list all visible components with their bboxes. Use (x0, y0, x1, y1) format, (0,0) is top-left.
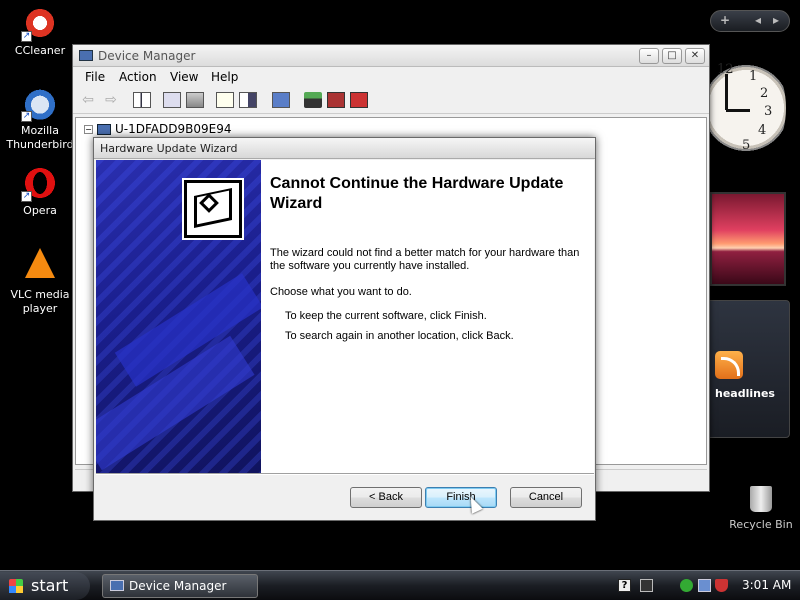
tree-root-label: U-1DFADD9B09E94 (115, 122, 232, 136)
toolbar: ⇦ ⇨ (73, 88, 709, 114)
back-button[interactable]: < Back (350, 487, 422, 508)
desktop-icon-label: Opera (23, 204, 57, 217)
show-hide-pane-icon[interactable] (239, 92, 257, 108)
wizard-prompt: Choose what you want to do. (270, 286, 412, 298)
rss-feed-icon (715, 351, 743, 379)
computer-icon (79, 50, 93, 61)
menu-file[interactable]: File (85, 70, 105, 84)
properties-icon[interactable] (163, 92, 181, 108)
wizard-titlebar[interactable]: Hardware Update Wizard (94, 138, 595, 159)
uninstall-icon[interactable] (327, 92, 345, 108)
wizard-title: Hardware Update Wizard (100, 142, 238, 155)
print-icon[interactable] (186, 92, 204, 108)
clock-number: 1 (749, 69, 758, 84)
add-gadget-button[interactable]: + (720, 13, 730, 27)
shortcut-arrow-icon: ↗ (21, 111, 32, 122)
clock-number: 5 (742, 138, 751, 153)
taskbar-item-device-manager[interactable]: Device Manager (102, 574, 258, 598)
desktop-icon-ccleaner[interactable]: ↗ CCleaner (0, 6, 80, 58)
clock-hour-hand (726, 109, 750, 112)
close-button[interactable]: ✕ (685, 48, 705, 64)
wizard-content: Cannot Continue the Hardware Update Wiza… (261, 160, 594, 473)
menu-view[interactable]: View (170, 70, 198, 84)
windows-flag-icon (9, 579, 23, 593)
update-driver-icon[interactable] (304, 92, 322, 108)
ccleaner-icon: ↗ (21, 6, 57, 42)
option-back-text: To search again in another location, cli… (285, 330, 514, 342)
desktop: ↗ CCleaner ↗ Mozilla Thunderbird ↗ Opera… (0, 0, 800, 600)
menu-bar: File Action View Help (73, 67, 709, 88)
thunderbird-icon: ↗ (21, 86, 57, 122)
show-hide-tree-icon[interactable] (133, 92, 151, 108)
option-finish-text: To keep the current software, click Fini… (285, 310, 487, 322)
minimize-button[interactable]: – (639, 48, 659, 64)
help-icon[interactable] (216, 92, 234, 108)
finish-button[interactable]: Finish (425, 487, 497, 508)
feed-headlines-gadget[interactable]: headlines (706, 300, 790, 438)
desktop-icon-label: Mozilla Thunderbird (6, 124, 74, 151)
wizard-divider (96, 473, 594, 475)
taskbar-item-label: Device Manager (129, 579, 227, 593)
shortcut-arrow-icon: ↗ (21, 191, 32, 202)
cancel-button[interactable]: Cancel (510, 487, 582, 508)
maximize-button[interactable]: □ (662, 48, 682, 64)
clock-number: 4 (758, 123, 767, 138)
disable-icon[interactable] (350, 92, 368, 108)
start-button[interactable]: start (0, 572, 90, 600)
taskbar: start Device Manager ? 3:01 AM (0, 570, 800, 600)
desktop-icon-recycle-bin[interactable]: Recycle Bin (724, 486, 798, 531)
prev-gadget-button[interactable]: ◂ (755, 13, 761, 27)
clock-number: 3 (764, 104, 773, 119)
security-shield-tray-icon[interactable] (715, 579, 728, 592)
menu-help[interactable]: Help (211, 70, 238, 84)
desktop-icon-label: CCleaner (14, 44, 66, 57)
sidebar-controls: + ◂ ▸ (710, 10, 790, 32)
feed-label: headlines (715, 387, 775, 400)
computer-icon (97, 124, 111, 135)
desktop-icon-opera[interactable]: ↗ Opera (0, 166, 80, 218)
taskbar-clock[interactable]: 3:01 AM (742, 578, 791, 592)
system-tray: ? 3:01 AM (612, 571, 800, 600)
shortcut-arrow-icon: ↗ (21, 31, 32, 42)
safely-remove-tray-icon[interactable] (680, 579, 693, 592)
menu-action[interactable]: Action (119, 70, 157, 84)
desktop-icon-label: Recycle Bin (729, 518, 793, 531)
back-arrow-icon[interactable]: ⇦ (79, 92, 97, 108)
recycle-bin-icon (750, 486, 772, 512)
vlc-cone-icon (25, 248, 55, 278)
clock-number: 2 (760, 86, 769, 101)
tree-root-node[interactable]: − U-1DFADD9B09E94 (84, 122, 231, 136)
forward-arrow-icon[interactable]: ⇨ (102, 92, 120, 108)
slideshow-gadget[interactable] (710, 192, 786, 286)
wizard-banner (96, 160, 261, 473)
computer-tray-icon[interactable] (698, 579, 711, 592)
scan-hardware-icon[interactable] (272, 92, 290, 108)
opera-icon: ↗ (21, 166, 57, 202)
desktop-icon-vlc[interactable]: VLC media player (0, 246, 80, 316)
computer-icon (110, 580, 124, 591)
network-tray-icon[interactable] (640, 579, 653, 592)
help-tray-icon[interactable]: ? (618, 579, 631, 592)
desktop-icon-label: VLC media player (10, 288, 70, 315)
hardware-update-wizard-dialog: Hardware Update Wizard Cannot Continue t… (93, 137, 596, 521)
clock-gadget[interactable]: 12 1 2 3 4 5 (706, 48, 786, 168)
collapse-expander[interactable]: − (84, 125, 93, 134)
start-label: start (31, 576, 69, 595)
clock-minute-hand (725, 74, 728, 110)
wizard-heading: Cannot Continue the Hardware Update Wiza… (270, 175, 564, 212)
wizard-message: The wizard could not find a better match… (270, 247, 580, 272)
hardware-box-icon (182, 178, 244, 240)
window-title: Device Manager (98, 49, 196, 63)
next-gadget-button[interactable]: ▸ (773, 13, 779, 27)
device-manager-titlebar[interactable]: Device Manager – □ ✕ (73, 45, 709, 67)
desktop-icon-thunderbird[interactable]: ↗ Mozilla Thunderbird (0, 86, 80, 152)
